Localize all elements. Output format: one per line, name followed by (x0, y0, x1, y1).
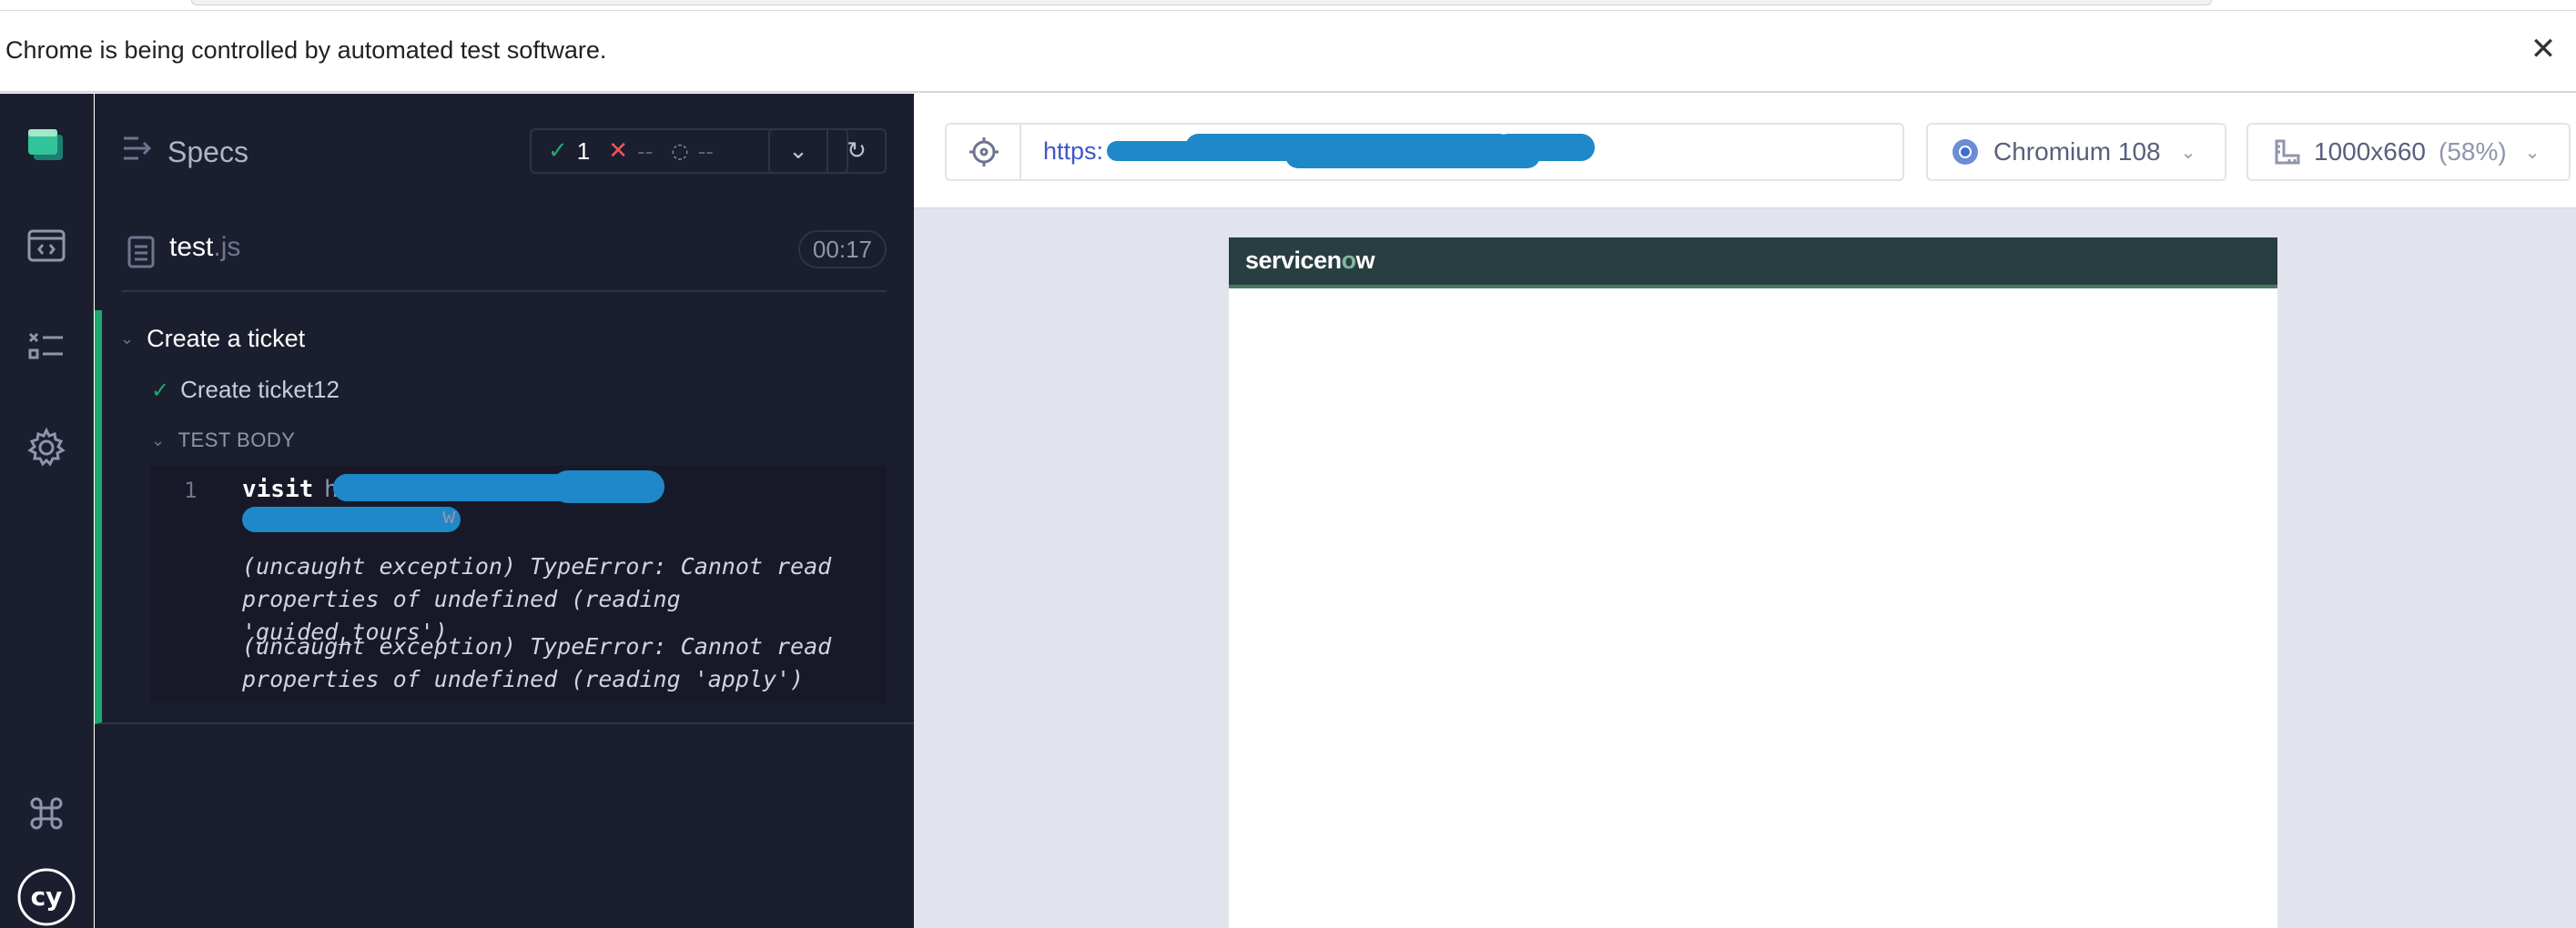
selector-playground-button[interactable] (945, 123, 1021, 181)
aut-url: https: (1043, 137, 1104, 165)
specs-label[interactable]: Specs (167, 136, 248, 169)
logo-o: o (1341, 247, 1357, 274)
viewport-scale: (58%) (2439, 137, 2507, 166)
logo-tail: w (1355, 247, 1375, 274)
suite-header[interactable]: ⌄ Create a ticket (120, 325, 305, 353)
spec-file-base: test (169, 232, 214, 262)
document-icon (127, 236, 155, 268)
chevron-down-icon: ⌄ (2180, 141, 2196, 163)
pending-icon: ◌ (671, 139, 689, 163)
servicenow-logo: servicenow (1245, 247, 1375, 275)
side-nav: cy (0, 94, 94, 928)
command-log: 1 visit h w (uncaught exception) TypeErr… (151, 465, 887, 703)
hook-title: TEST BODY (177, 429, 296, 451)
chromium-icon (1952, 139, 1978, 165)
test-header[interactable]: ✓ Create ticket12 (151, 376, 340, 404)
failed-stat: ✕ -- (608, 137, 653, 166)
keyboard-shortcuts-icon[interactable] (13, 780, 80, 847)
command-name[interactable]: visit (242, 476, 313, 503)
command-url-line2: w (442, 503, 456, 529)
rerun-icon[interactable]: ↻ (827, 130, 885, 172)
aut-url-field[interactable]: https: (1019, 123, 1904, 181)
viewport-info[interactable]: 1000x660 (58%) ⌄ (2246, 123, 2571, 181)
suite-block: ⌄ Create a ticket ✓ Create ticket12 ⌄ TE… (95, 310, 914, 724)
runs-icon[interactable] (13, 313, 80, 380)
check-icon: ✓ (151, 377, 170, 403)
specs-list-icon[interactable] (13, 212, 80, 279)
reporter-header: Specs ✓ 1 ✕ -- ◌ -- ⌄ ↻ (95, 94, 914, 208)
browser-selector[interactable]: Chromium 108 ⌄ (1926, 123, 2226, 181)
cypress-app-icon[interactable] (13, 112, 80, 179)
browser-name: Chromium 108 (1993, 137, 2161, 166)
chevron-down-icon[interactable]: ⌄ (770, 130, 827, 172)
passed-count: 1 (576, 136, 591, 165)
servicenow-header: servicenow (1229, 237, 2277, 288)
chevron-down-icon: ⌄ (120, 329, 135, 348)
toggle-specs-icon[interactable] (122, 135, 158, 167)
hook-header[interactable]: ⌄ TEST BODY (151, 429, 295, 452)
error-message: (uncaught exception) TypeError: Cannot r… (242, 633, 832, 692)
command-number: 1 (184, 478, 198, 503)
browser-top-strip (0, 0, 2576, 11)
chevron-down-icon: ⌄ (151, 430, 166, 450)
spec-duration: 00:17 (797, 230, 887, 268)
redaction-mark (552, 470, 664, 503)
cypress-logo-text: cy (31, 882, 63, 912)
redaction-mark (242, 507, 461, 532)
close-icon[interactable]: ✕ (2525, 31, 2561, 67)
infobar-message: Chrome is being controlled by automated … (5, 36, 607, 64)
pending-stat: ◌ -- (671, 137, 714, 166)
spec-file-name: test.js (169, 232, 240, 263)
automation-infobar: Chrome is being controlled by automated … (0, 11, 2576, 93)
check-icon: ✓ (548, 137, 568, 165)
x-icon: ✕ (608, 137, 629, 165)
spec-file-row: test.js 00:17 (122, 208, 887, 292)
omnibox-edge (191, 0, 2212, 5)
settings-icon[interactable] (13, 414, 80, 481)
crosshair-icon (969, 137, 999, 166)
viewport-size: 1000x660 (2314, 137, 2427, 166)
aut-panel: https: Chromium 108 ⌄ 1000x660 (58%) ⌄ s… (914, 94, 2576, 928)
reporter-controls: ⌄ ↻ (768, 128, 887, 174)
spec-file-ext: .js (213, 232, 241, 262)
reporter-panel: Specs ✓ 1 ✕ -- ◌ -- ⌄ ↻ test.js 00:17 ⌄ … (95, 94, 914, 928)
aut-iframe[interactable]: servicenow (1229, 237, 2277, 928)
cypress-logo-icon[interactable]: cy (13, 863, 80, 928)
redaction-mark (1495, 134, 1595, 161)
failed-count: -- (637, 136, 654, 165)
passed-stat: ✓ 1 (548, 137, 590, 166)
pending-count: -- (697, 136, 714, 165)
aut-header: https: Chromium 108 ⌄ 1000x660 (58%) ⌄ (914, 94, 2576, 208)
chevron-down-icon: ⌄ (2524, 141, 2541, 163)
ruler-icon (2275, 139, 2300, 165)
logo-main: servicen (1245, 247, 1342, 274)
test-title: Create ticket12 (180, 376, 340, 403)
suite-title: Create a ticket (147, 325, 306, 352)
